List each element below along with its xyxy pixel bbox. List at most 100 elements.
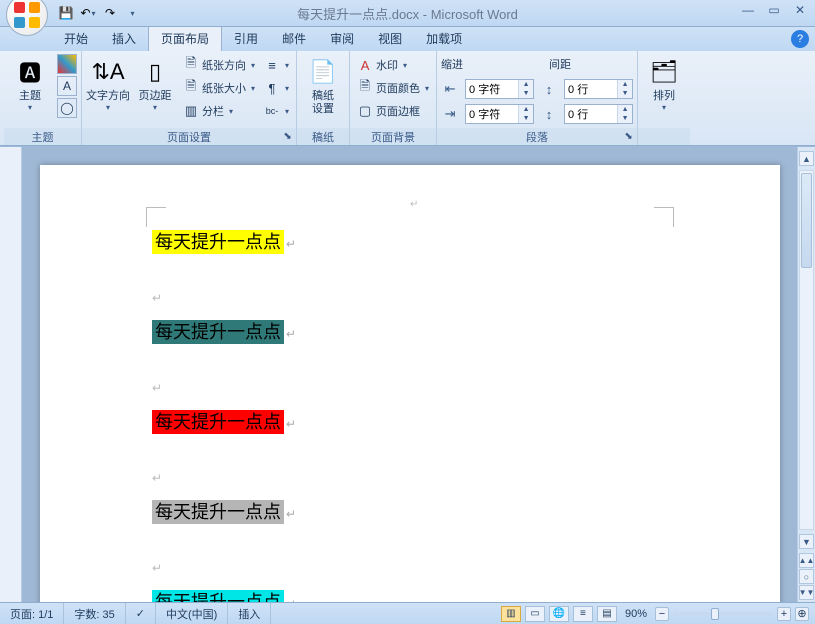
para-mark-icon: ↵ [286,417,296,431]
empty-para[interactable]: ↵ [152,375,780,401]
close-button[interactable]: ✕ [787,1,813,18]
office-logo-icon [14,2,40,28]
zoom-fit-button[interactable]: ⊕ [795,607,809,621]
empty-para[interactable]: ↵ [152,555,780,581]
highlighted-text[interactable]: 每天提升一点点 [152,410,284,434]
breaks-button[interactable]: ≡▾ [261,54,292,76]
empty-para[interactable]: ↵ [152,285,780,311]
spinner-buttons[interactable]: ▲▼ [518,80,533,98]
view-draft[interactable]: ▤ [597,606,617,622]
tab-home[interactable]: 开始 [52,26,100,51]
tab-references[interactable]: 引用 [222,26,270,51]
manuscript-button[interactable]: 📄 稿纸 设置 [301,54,345,116]
margins-button[interactable]: ▯ 页边距 ▾ [133,54,177,112]
view-full-screen[interactable]: ▭ [525,606,545,622]
status-language[interactable]: 中文(中国) [156,603,228,624]
empty-para[interactable]: ↵ [152,465,780,491]
highlighted-text[interactable]: 每天提升一点点 [152,500,284,524]
undo-button[interactable]: ↶▾ [78,3,98,23]
tab-review[interactable]: 审阅 [318,26,366,51]
themes-button[interactable]: 🅰 主题 ▾ [8,54,52,112]
view-outline[interactable]: ≡ [573,606,593,622]
highlighted-text[interactable]: 每天提升一点点 [152,230,284,254]
help-button[interactable]: ? [791,30,809,48]
chevron-down-icon: ▾ [285,84,289,93]
line-numbers-button[interactable]: ¶▾ [261,77,292,99]
space-before-field[interactable] [565,83,617,95]
watermark-button[interactable]: A水印▾ [354,54,432,76]
paper-size-button[interactable]: 🗎纸张大小▾ [180,77,258,99]
themes-icon: 🅰 [14,56,46,88]
view-print-layout[interactable]: ▥ [501,606,521,622]
text-direction-button[interactable]: ⇅A 文字方向 ▾ [86,54,130,112]
zoom-slider-handle[interactable] [711,608,719,620]
text-line[interactable]: 每天提升一点点↵ [152,499,780,527]
orientation-button[interactable]: 🗎纸张方向▾ [180,54,258,76]
chevron-down-icon: ▾ [153,103,157,112]
dialog-launcher[interactable]: ⬊ [623,131,634,142]
document-viewport[interactable]: ↵ 每天提升一点点↵↵每天提升一点点↵↵每天提升一点点↵↵每天提升一点点↵↵每天… [22,147,797,602]
spinner-buttons[interactable]: ▲▼ [617,105,632,123]
status-proofing[interactable]: ✓ [126,603,156,624]
status-word-count[interactable]: 字数: 35 [64,603,125,624]
tab-mailings[interactable]: 邮件 [270,26,318,51]
margins-label: 页边距 [139,90,172,103]
text-line[interactable]: 每天提升一点点↵ [152,409,780,437]
indent-left-input[interactable]: ▲▼ [465,79,534,99]
zoom-level[interactable]: 90% [625,608,647,620]
minimize-button[interactable]: — [735,1,761,18]
tab-insert[interactable]: 插入 [100,26,148,51]
zoom-in-button[interactable]: + [777,607,791,621]
text-line[interactable]: 每天提升一点点↵ [152,229,780,257]
tab-page-layout[interactable]: 页面布局 [148,25,222,51]
indent-right-field[interactable] [466,108,518,120]
status-page[interactable]: 页面: 1/1 [0,603,64,624]
status-insert-mode[interactable]: 插入 [228,603,271,624]
scroll-down-button[interactable]: ▼ [799,534,814,549]
page[interactable]: ↵ 每天提升一点点↵↵每天提升一点点↵↵每天提升一点点↵↵每天提升一点点↵↵每天… [40,165,780,602]
dialog-launcher[interactable]: ⬊ [282,131,293,142]
scroll-up-button[interactable]: ▲ [799,151,814,166]
highlighted-text[interactable]: 每天提升一点点 [152,590,284,602]
text-line[interactable]: 每天提升一点点↵ [152,319,780,347]
window-title: 每天提升一点点.docx - Microsoft Word [297,4,518,23]
indent-right-input[interactable]: ▲▼ [465,104,534,124]
prev-page-button[interactable]: ▲▲ [799,553,814,568]
group-manuscript: 📄 稿纸 设置 稿纸 [297,51,350,145]
text-line[interactable]: 每天提升一点点↵ [152,589,780,602]
view-web-layout[interactable]: 🌐 [549,606,569,622]
theme-effects-button[interactable]: ◯ [57,98,77,118]
redo-button[interactable]: ↷ [100,3,120,23]
page-color-button[interactable]: 🗎页面颜色▾ [354,77,432,99]
hyphenation-button[interactable]: bc-▾ [261,100,292,122]
arrange-button[interactable]: 🗂 排列 ▾ [642,54,686,112]
space-after-input[interactable]: ▲▼ [564,104,633,124]
tab-addins[interactable]: 加载项 [414,26,474,51]
spinner-buttons[interactable]: ▲▼ [617,80,632,98]
para-mark-icon: ↵ [286,237,296,251]
theme-colors-button[interactable] [57,54,77,74]
zoom-slider[interactable] [673,612,773,616]
theme-fonts-button[interactable]: A [57,76,77,96]
scrollbar-track[interactable] [799,170,814,530]
chevron-down-icon: ▾ [130,9,134,18]
zoom-out-button[interactable]: − [655,607,669,621]
next-page-button[interactable]: ▼▼ [799,585,814,600]
space-after-field[interactable] [565,108,617,120]
maximize-button[interactable]: ▭ [761,1,787,18]
vertical-scrollbar[interactable]: ▲ ▼ ▲▲ ○ ▼▼ [797,147,815,602]
columns-button[interactable]: ▥分栏▾ [180,100,258,122]
vertical-ruler[interactable] [0,147,22,602]
tab-view[interactable]: 视图 [366,26,414,51]
scrollbar-thumb[interactable] [801,173,812,268]
save-button[interactable]: 💾 [56,3,76,23]
space-before-input[interactable]: ▲▼ [564,79,633,99]
page-border-button[interactable]: ▢页面边框 [354,100,432,122]
browse-object-button[interactable]: ○ [799,569,814,584]
qat-customize[interactable]: ▾ [122,3,142,23]
spinner-buttons[interactable]: ▲▼ [518,105,533,123]
theme-options: A ◯ [57,54,77,118]
highlighted-text[interactable]: 每天提升一点点 [152,320,284,344]
margin-corner [146,207,166,227]
indent-left-field[interactable] [466,83,518,95]
